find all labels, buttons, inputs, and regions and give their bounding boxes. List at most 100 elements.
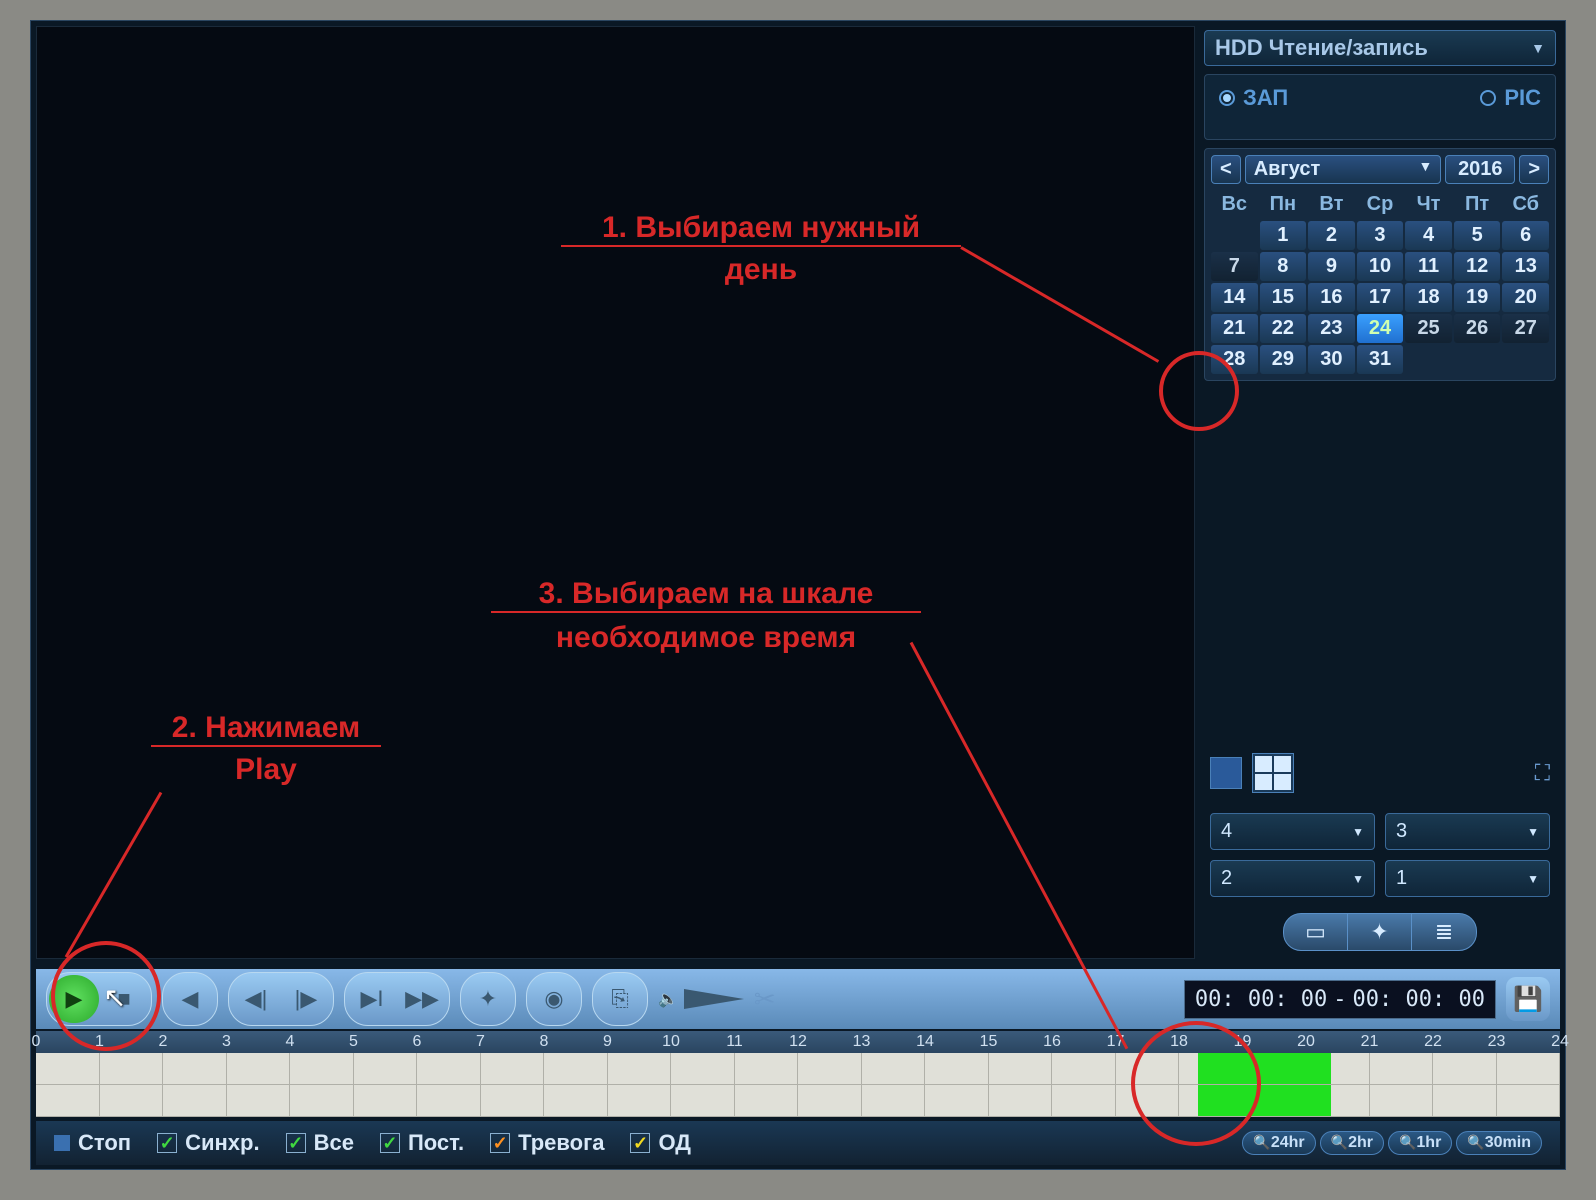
fast-button[interactable]: ▶▶	[397, 975, 447, 1023]
video-playback-area[interactable]	[36, 26, 1195, 959]
calendar-day[interactable]: 12	[1454, 252, 1501, 281]
recording-segment[interactable]	[1198, 1085, 1331, 1116]
timeline-tick: 24	[1551, 1033, 1569, 1051]
hdd-source-select[interactable]: HDD Чтение/запись ▼	[1204, 30, 1556, 66]
calendar-day[interactable]: 4	[1405, 221, 1452, 250]
speaker-icon: 🔈	[658, 989, 678, 1009]
timeline-tick: 13	[853, 1033, 871, 1051]
calendar-day[interactable]: 1	[1260, 221, 1307, 250]
calendar-prev-button[interactable]: <	[1211, 155, 1241, 184]
calendar-year-field[interactable]: 2016	[1445, 155, 1515, 184]
chevron-down-icon: ▼	[1352, 872, 1364, 886]
fullscreen-icon[interactable]: ⛶	[1535, 760, 1550, 786]
stop-button[interactable]: ■	[99, 975, 149, 1023]
mode-pic-option[interactable]: PIC	[1480, 85, 1541, 111]
calendar-day[interactable]: 15	[1260, 283, 1307, 312]
step-back-button[interactable]: ◀|	[231, 975, 281, 1023]
calendar-day[interactable]: 3	[1357, 221, 1404, 250]
calendar-day[interactable]: 5	[1454, 221, 1501, 250]
search-list-button[interactable]: ≣	[1412, 914, 1476, 950]
search-card-button[interactable]: ▭	[1284, 914, 1348, 950]
channel-select-a[interactable]: 4 ▼	[1210, 813, 1375, 850]
playback-control-bar: ▶ ■ ◀ ◀| |▶ ▶I ▶▶ ✦ ◉ ⎘ 🔈 ✂ 00: 00: 00	[36, 969, 1560, 1029]
calendar-day[interactable]: 11	[1405, 252, 1452, 281]
timeline-row-1[interactable]	[36, 1053, 1560, 1085]
calendar-day[interactable]: 8	[1260, 252, 1307, 281]
zoom-2hr-button[interactable]: 🔍2hr	[1320, 1131, 1384, 1155]
mode-rec-label: ЗАП	[1243, 85, 1288, 111]
calendar-dow: Пн	[1260, 190, 1307, 219]
channel-select-c[interactable]: 2 ▼	[1210, 860, 1375, 897]
calendar-day[interactable]: 10	[1357, 252, 1404, 281]
calendar-dow: Сб	[1502, 190, 1549, 219]
calendar-day[interactable]: 26	[1454, 314, 1501, 343]
channel-select-b[interactable]: 3 ▼	[1385, 813, 1550, 850]
all-checkbox[interactable]: Все	[286, 1130, 354, 1156]
calendar-day[interactable]: 23	[1308, 314, 1355, 343]
calendar-day[interactable]: 29	[1260, 345, 1307, 374]
play-button[interactable]: ▶	[49, 975, 99, 1023]
layout-2x2-button[interactable]	[1252, 753, 1294, 793]
channel-b-value: 3	[1396, 820, 1407, 843]
search-tag-button[interactable]: ✦	[1348, 914, 1412, 950]
backup-button[interactable]: ⎘	[595, 975, 645, 1023]
calendar-day[interactable]: 6	[1502, 221, 1549, 250]
timeline-row-2[interactable]	[36, 1085, 1560, 1117]
calendar-day[interactable]: 27	[1502, 314, 1549, 343]
snapshot-button[interactable]: ◉	[529, 975, 579, 1023]
calendar-day[interactable]: 2	[1308, 221, 1355, 250]
timeline-tick: 23	[1488, 1033, 1506, 1051]
timeline-tick: 21	[1361, 1033, 1379, 1051]
zoom-24hr-button[interactable]: 🔍24hr	[1242, 1131, 1315, 1155]
smart-search-button[interactable]: ✦	[463, 975, 513, 1023]
const-checkbox[interactable]: Пост.	[380, 1130, 464, 1156]
timeline-tick: 15	[980, 1033, 998, 1051]
recording-segment[interactable]	[1198, 1053, 1331, 1084]
calendar-day[interactable]: 14	[1211, 283, 1258, 312]
calendar-day[interactable]: 28	[1211, 345, 1258, 374]
calendar-day[interactable]: 31	[1357, 345, 1404, 374]
step-fwd-button[interactable]: |▶	[281, 975, 331, 1023]
calendar-day[interactable]: 18	[1405, 283, 1452, 312]
timeline-tick: 11	[726, 1033, 743, 1051]
calendar-day[interactable]: 25	[1405, 314, 1452, 343]
volume-control[interactable]: 🔈	[658, 989, 744, 1009]
calendar-day[interactable]: 17	[1357, 283, 1404, 312]
calendar-day[interactable]: 7	[1211, 252, 1258, 281]
md-checkbox[interactable]: ОД	[630, 1130, 691, 1156]
zoom-1hr-button[interactable]: 🔍1hr	[1388, 1131, 1452, 1155]
radio-off-icon	[1480, 90, 1496, 106]
volume-slider-icon	[684, 989, 744, 1009]
calendar-day[interactable]: 21	[1211, 314, 1258, 343]
timeline-tick: 3	[222, 1033, 231, 1051]
layout-1x1-button[interactable]	[1210, 757, 1242, 789]
calendar-day[interactable]: 13	[1502, 252, 1549, 281]
calendar-day[interactable]: 9	[1308, 252, 1355, 281]
save-clip-button[interactable]: 💾	[1506, 977, 1550, 1021]
calendar-day[interactable]: 19	[1454, 283, 1501, 312]
calendar-day[interactable]: 16	[1308, 283, 1355, 312]
calendar-day[interactable]: 30	[1308, 345, 1355, 374]
calendar-day[interactable]: 24	[1357, 314, 1404, 343]
footer-legend: Стоп Синхр. Все Пост. Тревога ОД 🔍24hr 🔍…	[36, 1121, 1560, 1165]
reverse-button[interactable]: ◀	[165, 975, 215, 1023]
zoom-30min-button[interactable]: 🔍30min	[1456, 1131, 1542, 1155]
sync-checkbox[interactable]: Синхр.	[157, 1130, 260, 1156]
chevron-down-icon: ▼	[1418, 158, 1432, 181]
alarm-checkbox[interactable]: Тревога	[490, 1130, 604, 1156]
channel-c-value: 2	[1221, 867, 1232, 890]
calendar-day[interactable]: 20	[1502, 283, 1549, 312]
channel-select-d[interactable]: 1 ▼	[1385, 860, 1550, 897]
slow-button[interactable]: ▶I	[347, 975, 397, 1023]
calendar-next-button[interactable]: >	[1519, 155, 1549, 184]
chevron-down-icon: ▼	[1527, 872, 1539, 886]
timeline-tick: 12	[789, 1033, 807, 1051]
timeline-tick: 4	[286, 1033, 295, 1051]
timeline[interactable]: 0123456789101112131415161718192021222324	[36, 1031, 1560, 1117]
clip-start-time: 00: 00: 00	[1195, 987, 1327, 1012]
mode-rec-option[interactable]: ЗАП	[1219, 85, 1288, 111]
clip-scissors-icon[interactable]: ✂	[754, 984, 776, 1015]
checkbox-on-icon	[630, 1133, 650, 1153]
calendar-day[interactable]: 22	[1260, 314, 1307, 343]
calendar-month-select[interactable]: Август ▼	[1245, 155, 1442, 184]
